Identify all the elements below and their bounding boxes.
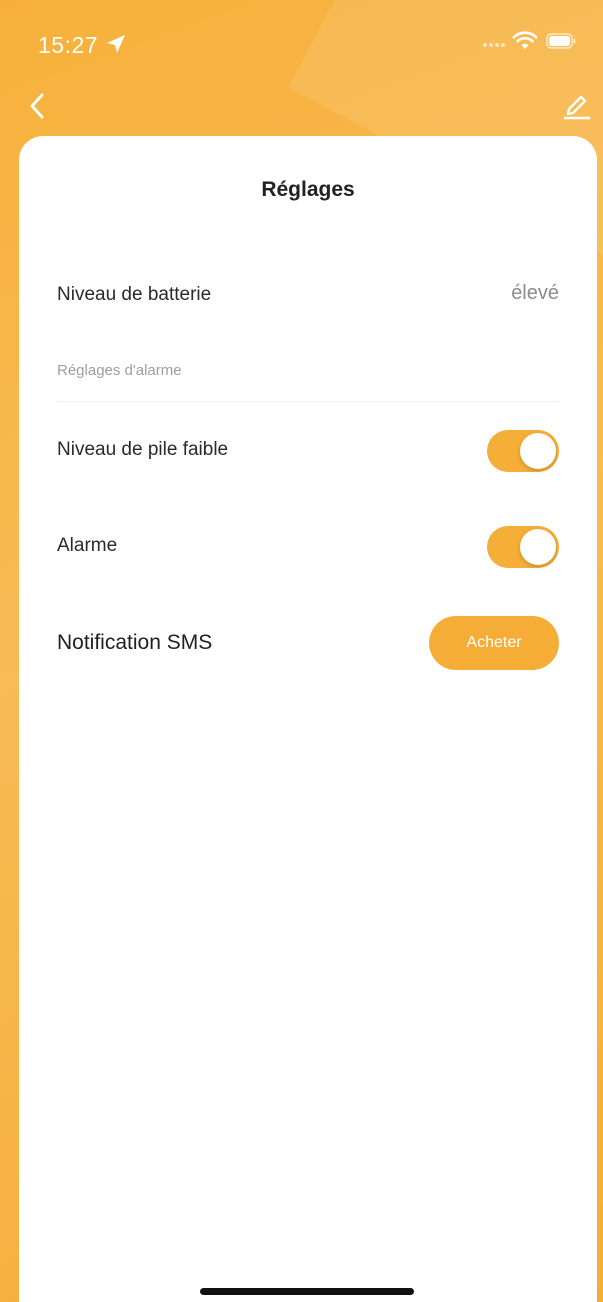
section-divider (57, 401, 559, 402)
status-time: 15:27 (38, 32, 99, 58)
app-screen: 15:27 Réglages Niveau de batterie élevé … (0, 0, 603, 1302)
alarm-settings-header: Réglages d'alarme (57, 362, 182, 379)
battery-icon (546, 33, 576, 49)
battery-level-value: élevé (511, 282, 559, 304)
low-battery-alarm-toggle[interactable] (487, 430, 559, 472)
low-battery-alarm-row: Niveau de pile faible (57, 430, 559, 474)
status-bar: 15:27 (0, 0, 603, 90)
alarm-row: Alarme (57, 526, 559, 570)
toggle-knob (520, 529, 556, 565)
sms-notification-row: Notification SMS Acheter (57, 616, 559, 672)
alarm-label: Alarme (57, 535, 118, 556)
home-indicator[interactable] (200, 1288, 414, 1295)
low-battery-alarm-label: Niveau de pile faible (57, 439, 229, 460)
edit-pencil-icon[interactable] (560, 88, 594, 124)
wifi-icon (512, 31, 538, 49)
signal-dots-icon (483, 43, 505, 47)
sms-notification-label: Notification SMS (57, 631, 213, 654)
buy-button[interactable]: Acheter (429, 616, 559, 670)
alarm-toggle[interactable] (487, 526, 559, 568)
settings-card: Réglages Niveau de batterie élevé Réglag… (19, 136, 597, 1302)
back-chevron-icon[interactable] (24, 88, 52, 124)
toggle-knob (520, 433, 556, 469)
page-title: Réglages (261, 178, 355, 201)
location-arrow-icon (107, 35, 125, 53)
battery-level-label: Niveau de batterie (57, 284, 212, 305)
battery-level-row: Niveau de batterie élevé (57, 280, 559, 314)
